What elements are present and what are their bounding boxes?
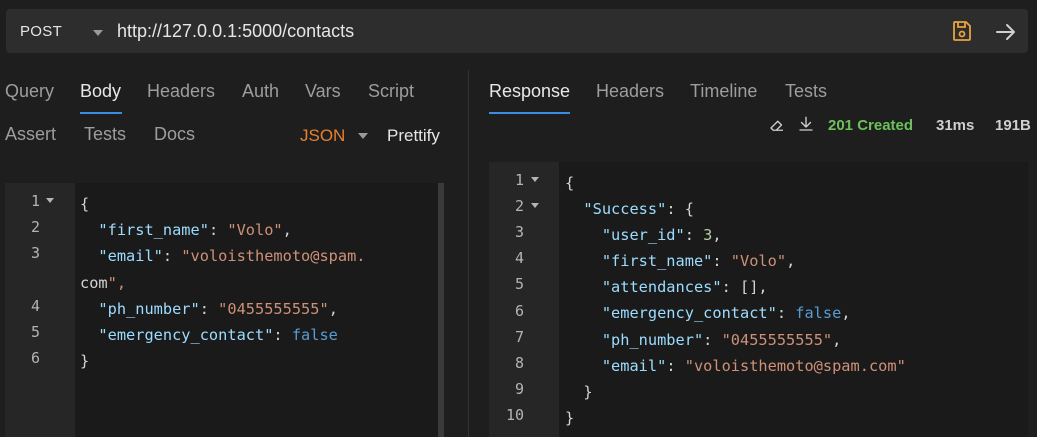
response-size: 191B	[995, 117, 1031, 134]
line-number: 2	[30, 218, 40, 236]
tab-headers[interactable]: Headers	[147, 81, 215, 102]
tab-query[interactable]: Query	[5, 81, 54, 102]
line-number: 8	[514, 353, 524, 372]
body-mode-select[interactable]: JSON	[300, 126, 345, 146]
active-tab-indicator	[80, 112, 122, 114]
code-line: "emergency_contact": false,	[601, 304, 851, 323]
line-number: 2	[514, 197, 524, 216]
code-line: "emergency_contact": false	[98, 326, 338, 345]
line-number: 10	[505, 405, 524, 424]
chevron-down-icon[interactable]	[358, 133, 368, 139]
response-body-code: { "Success": { "user_id": 3, "first_name…	[565, 170, 906, 431]
line-number: 3	[514, 223, 524, 242]
response-time: 31ms	[936, 117, 975, 134]
chevron-down-icon[interactable]	[93, 30, 103, 36]
method-select[interactable]: POST	[20, 23, 62, 40]
tab-response[interactable]: Response	[489, 81, 570, 102]
code-line: }	[80, 352, 90, 371]
chevron-down-icon[interactable]	[531, 203, 539, 209]
eraser-icon[interactable]	[768, 116, 786, 134]
line-number: 4	[30, 297, 40, 315]
editor-scrollbar[interactable]	[438, 183, 444, 437]
code-line: {	[565, 174, 575, 192]
request-body-code[interactable]: { "first_name": "Volo", "email": "volois…	[80, 191, 366, 374]
code-line: "email": "voloisthemoto@spam.	[98, 247, 366, 266]
code-line: "first_name": "Volo",	[98, 221, 292, 240]
code-line: "ph_number": "0455555555",	[601, 330, 842, 349]
save-icon[interactable]	[950, 19, 974, 43]
line-number: 4	[514, 249, 524, 268]
code-line: "attendances": [],	[601, 278, 768, 297]
tab-assert[interactable]: Assert	[5, 124, 56, 145]
line-number: 5	[514, 275, 524, 294]
tab-docs[interactable]: Docs	[154, 124, 195, 145]
line-number: 5	[30, 323, 40, 341]
tab-timeline[interactable]: Timeline	[690, 81, 757, 102]
pane-divider[interactable]	[468, 70, 469, 437]
url-input[interactable]: http://127.0.0.1:5000/contacts	[117, 21, 354, 42]
status-badge: 201 Created	[828, 117, 914, 134]
code-line: com",	[80, 273, 127, 292]
line-number: 6	[514, 301, 524, 320]
chevron-down-icon[interactable]	[531, 177, 539, 182]
line-number: 7	[514, 327, 524, 346]
code-line: {	[80, 195, 90, 213]
code-line: }	[565, 408, 575, 427]
code-line: }	[565, 382, 593, 401]
line-number: 1	[30, 192, 40, 210]
line-number: 3	[30, 244, 40, 262]
code-line: "email": "voloisthemoto@spam.com"	[601, 356, 906, 375]
tab-script[interactable]: Script	[368, 81, 414, 102]
line-number: 6	[30, 349, 40, 367]
code-line: "first_name": "Volo",	[601, 252, 796, 271]
prettify-button[interactable]: Prettify	[387, 126, 440, 146]
download-icon[interactable]	[797, 115, 815, 133]
code-line: "ph_number": "0455555555",	[98, 299, 338, 318]
code-line: "Success": {	[583, 200, 694, 219]
line-number: 1	[514, 171, 524, 189]
code-line: "user_id": 3,	[601, 226, 722, 245]
tab-auth[interactable]: Auth	[242, 81, 279, 102]
arrow-right-icon[interactable]	[994, 20, 1018, 44]
tab-tests[interactable]: Tests	[84, 124, 126, 145]
tab-response-headers[interactable]: Headers	[596, 81, 664, 102]
tab-response-tests[interactable]: Tests	[785, 81, 827, 102]
tab-vars[interactable]: Vars	[305, 81, 341, 102]
line-number: 9	[514, 379, 524, 398]
chevron-down-icon[interactable]	[46, 198, 54, 203]
active-tab-indicator	[489, 112, 570, 114]
tab-body[interactable]: Body	[80, 81, 121, 102]
